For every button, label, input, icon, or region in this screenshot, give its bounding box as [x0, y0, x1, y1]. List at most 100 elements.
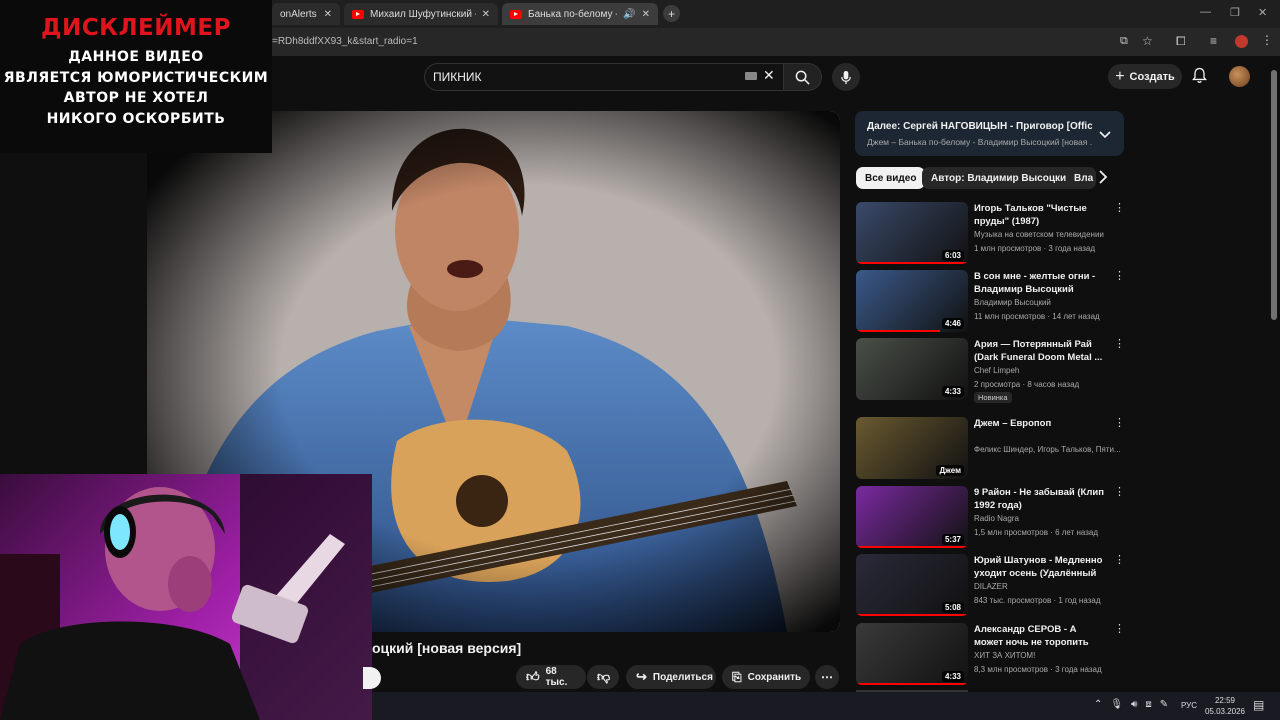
channel-name[interactable]: DILAZER — [974, 580, 1124, 593]
channel-name[interactable]: Radio Nagra — [974, 512, 1124, 525]
video-thumbnail[interactable]: 4:33 — [856, 338, 968, 400]
video-thumbnail[interactable]: 5:08 — [856, 554, 968, 616]
video-thumbnail[interactable]: 4:46 — [856, 270, 968, 332]
more-options-icon[interactable]: ⋮ — [1114, 202, 1125, 215]
list-item[interactable]: 4:33 Александр СЕРОВ - А может ночь не то… — [856, 623, 1125, 685]
chip-author[interactable]: Автор: Владимир Высоцкий — [922, 167, 1082, 189]
video-title: оцкий [новая версия] — [372, 640, 522, 656]
list-item[interactable]: 4:46 В сон мне - желтые огни - Владимир В… — [856, 270, 1125, 332]
browser-tab-active[interactable]: Банька по-белому - Влади 🔊 ✕ — [502, 3, 658, 25]
new-tab-button[interactable]: + — [663, 5, 680, 22]
list-item[interactable]: 5:08 Юрий Шатунов - Медленно уходит осень… — [856, 554, 1125, 616]
dislike-button[interactable]: 👎︎ — [587, 665, 619, 689]
thumbs-up-icon: 👍︎ — [526, 669, 540, 684]
video-title[interactable]: В сон мне - желтые огни - Владимир Высоц… — [974, 270, 1106, 296]
close-icon[interactable]: ✕ — [642, 9, 650, 20]
browser-tab[interactable]: Михаил Шуфутинский - Еврей ✕ — [344, 3, 498, 25]
duration-badge: 4:33 — [941, 386, 964, 397]
video-thumbnail[interactable]: 4:33 — [856, 623, 968, 685]
video-title[interactable]: Юрий Шатунов - Медленно уходит осень (Уд… — [974, 554, 1106, 580]
video-thumbnail[interactable]: 6:03 — [856, 202, 968, 264]
more-options-icon[interactable]: ⋮ — [1114, 554, 1125, 567]
tab-title: Михаил Шуфутинский - Еврей — [370, 8, 476, 20]
url-text[interactable]: =RDh8ddfXX93_k&start_radio=1 — [272, 36, 418, 47]
close-icon[interactable]: ✕ — [482, 9, 490, 20]
disclaimer-line: ДАННОЕ ВИДЕО — [68, 49, 204, 65]
pen-icon[interactable]: ✎ — [1160, 699, 1168, 710]
search-button[interactable] — [784, 63, 822, 91]
list-item[interactable]: 4:33 Ария — Потерянный Рай (Dark Funeral … — [856, 338, 1125, 403]
video-title[interactable]: Ария — Потерянный Рай (Dark Funeral Doom… — [974, 338, 1106, 364]
subscribe-button[interactable] — [363, 667, 381, 689]
clear-search-icon[interactable]: ✕ — [763, 67, 775, 84]
like-count: 68 тыс. — [545, 666, 568, 688]
extensions-icon[interactable]: ⧠ — [1176, 34, 1186, 49]
keyboard-icon[interactable] — [745, 72, 757, 80]
chevron-up-icon[interactable]: ⌃ — [1094, 699, 1102, 710]
video-title[interactable]: Игорь Тальков "Чистые пруды" (1987) — [974, 202, 1106, 228]
profile-icon[interactable] — [1235, 35, 1248, 48]
video-stats: 1,5 млн просмотров · 6 лет назад — [974, 528, 1099, 537]
like-button[interactable]: 👍︎ 68 тыс. — [516, 665, 586, 689]
duration-badge: 5:37 — [941, 534, 964, 545]
video-title[interactable]: 9 Район - Не забывай (Клип 1992 года) — [974, 486, 1106, 512]
chevron-down-icon — [1099, 131, 1111, 139]
list-item[interactable]: 6:03 Игорь Тальков "Чистые пруды" (1987) М… — [856, 202, 1125, 264]
disclaimer-overlay: ДИСКЛЕЙМЕР ДАННОЕ ВИДЕО ЯВЛЯЕТСЯ ЮМОРИСТ… — [0, 0, 272, 153]
channel-name[interactable]: ХИТ ЗА ХИТОМ! — [974, 649, 1124, 662]
save-button[interactable]: ⎘ Сохранить — [722, 665, 810, 689]
share-button[interactable]: ↪ Поделиться — [626, 665, 716, 689]
duration-badge: 4:46 — [941, 318, 964, 329]
menu-dots-icon[interactable]: ⋮ — [1261, 33, 1273, 47]
more-options-icon[interactable]: ⋮ — [1114, 338, 1125, 351]
video-stats: 2 просмотра · 8 часов назад — [974, 380, 1080, 389]
more-options-icon[interactable]: ⋮ — [1114, 623, 1125, 636]
channel-name[interactable]: Chef Limpeh — [974, 364, 1124, 377]
list-item[interactable]: 5:37 9 Район - Не забывай (Клип 1992 года… — [856, 486, 1125, 548]
voice-search-button[interactable] — [832, 63, 860, 91]
notifications-button[interactable] — [1192, 67, 1207, 89]
video-thumbnail[interactable]: Джем — [856, 417, 968, 479]
network-icon[interactable]: ⧈ — [1145, 699, 1151, 710]
cast-icon[interactable]: ⧉ — [1120, 35, 1128, 48]
close-icon[interactable]: ✕ — [324, 9, 332, 20]
playlist-icon[interactable]: ≡ — [1210, 34, 1217, 48]
speaker-icon[interactable]: 🔊 — [623, 9, 635, 20]
chip-all-videos[interactable]: Все видео — [856, 167, 926, 189]
video-title[interactable]: Джем – Европоп — [974, 417, 1106, 430]
scrollbar[interactable] — [1271, 70, 1277, 320]
save-label: Сохранить — [747, 671, 802, 683]
expand-button[interactable] — [1099, 126, 1111, 144]
maximize-icon[interactable]: ❐ — [1230, 6, 1240, 19]
more-options-icon[interactable]: ⋮ — [1114, 417, 1125, 430]
chip-more[interactable]: Вла — [1066, 167, 1096, 189]
webcam-overlay — [0, 474, 372, 720]
up-next-panel[interactable] — [855, 111, 1124, 156]
avatar[interactable] — [1229, 66, 1250, 87]
video-stats: 11 млн просмотров · 14 лет назад — [974, 312, 1100, 321]
close-window-icon[interactable]: ✕ — [1258, 6, 1267, 19]
channel-name[interactable]: Музыка на советском телевидении — [974, 228, 1124, 241]
chips-next-button[interactable] — [1098, 170, 1108, 189]
search-value[interactable]: ПИКНИК — [433, 70, 482, 84]
create-button[interactable]: + Создать — [1108, 64, 1182, 89]
clock[interactable]: 22:59 05.03.2026 — [1200, 695, 1250, 717]
tab-title: onAlerts — [280, 8, 317, 20]
language-indicator[interactable]: РУС — [1181, 701, 1197, 710]
tab-title: Банька по-белому - Влади — [528, 8, 617, 20]
more-options-icon[interactable]: ⋮ — [1114, 486, 1125, 499]
browser-tab[interactable]: onAlerts ✕ — [272, 3, 340, 25]
channel-name[interactable]: Владимир Высоцкий — [974, 296, 1124, 309]
list-item[interactable]: Джем Джем – Европоп Феликс Шиндер, Игорь Т… — [856, 417, 1125, 479]
minimize-icon[interactable]: — — [1200, 6, 1211, 18]
video-title[interactable]: Александр СЕРОВ - А может ночь не торопи… — [974, 623, 1106, 649]
mic-tray-icon[interactable]: 🎙︎ — [1110, 699, 1123, 710]
more-options-icon[interactable]: ⋮ — [1114, 270, 1125, 283]
more-actions-button[interactable]: ⋯ — [815, 665, 839, 689]
volume-icon[interactable]: 🔊︎ — [1131, 699, 1137, 710]
channel-name[interactable]: Феликс Шиндер, Игорь Тальков, Пяти... — [974, 443, 1124, 456]
notification-center-icon[interactable]: ▤ — [1253, 698, 1264, 712]
bookmark-star-icon[interactable]: ☆ — [1142, 34, 1153, 48]
video-thumbnail[interactable]: 5:37 — [856, 486, 968, 548]
new-badge: Новинка — [974, 392, 1012, 403]
